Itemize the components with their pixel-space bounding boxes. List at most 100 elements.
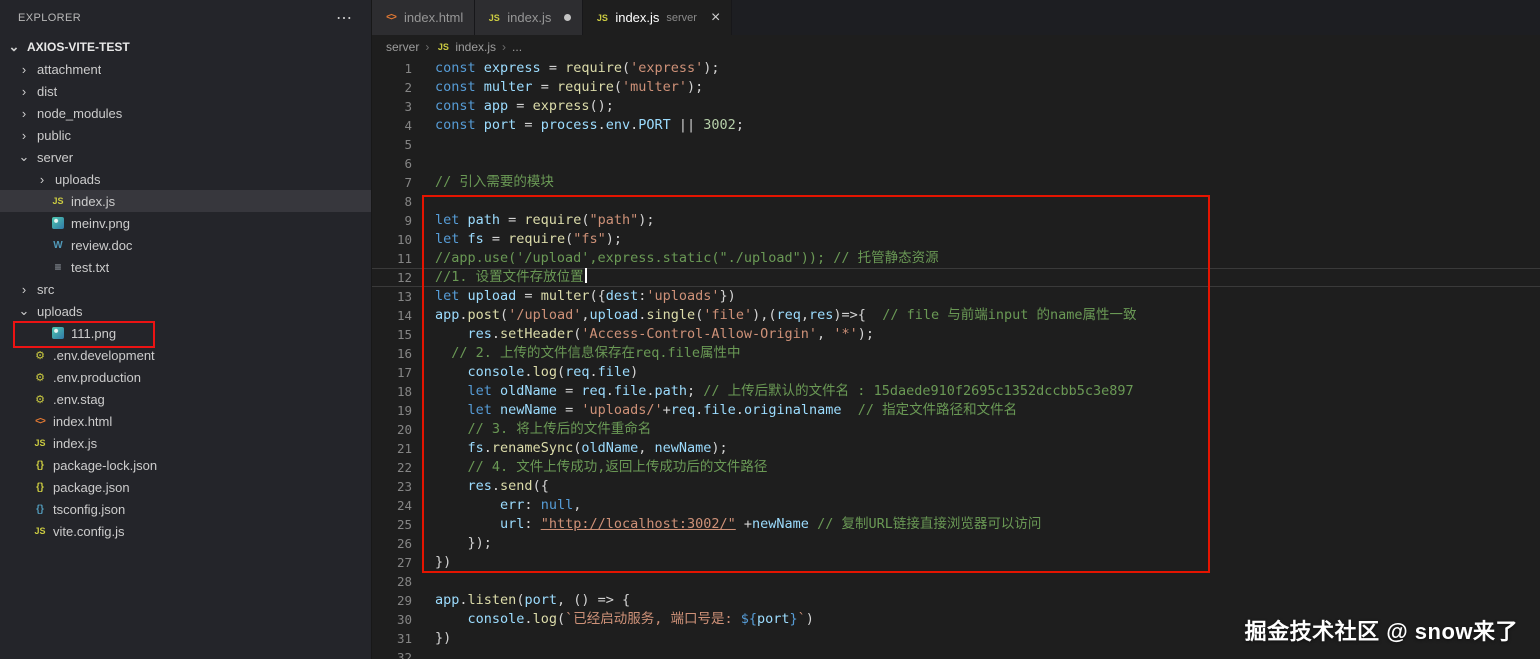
code-line-26[interactable]: 26 });: [372, 534, 1540, 553]
html-file-icon: <>: [35, 415, 46, 427]
breadcrumb-label: index.js: [455, 40, 497, 54]
code-line-15[interactable]: 15 res.setHeader('Access-Control-Allow-O…: [372, 325, 1540, 344]
code-line-content: // 3. 将上传后的文件重命名: [435, 421, 652, 437]
tree-root[interactable]: ⌄ AXIOS-VITE-TEST: [0, 36, 371, 58]
tree-item-test.txt[interactable]: ≡ test.txt: [0, 256, 371, 278]
code-line-content: // 2. 上传的文件信息保存在req.file属性中: [435, 345, 741, 361]
line-number: 4: [404, 118, 412, 133]
code-area: 1 const express = require('express'); 2 con…: [372, 59, 1540, 659]
code-line-17[interactable]: 17 console.log(req.file): [372, 363, 1540, 382]
tree-item-.env.stag[interactable]: ⚙ .env.stag: [0, 388, 371, 410]
breadcrumb-label: ...: [512, 40, 523, 54]
code-line-23[interactable]: 23 res.send({: [372, 477, 1540, 496]
code-line-content: }): [435, 630, 452, 646]
code-line-9[interactable]: 9 let path = require("path");: [372, 211, 1540, 230]
code-line-content: let fs = require("fs");: [435, 231, 622, 247]
editor-area: <> index.html JS index.js JS index.js server × …: [372, 0, 1540, 659]
code-line-12[interactable]: 12//1. 设置文件存放位置: [372, 268, 1540, 287]
code-line-21[interactable]: 21 fs.renameSync(oldName, newName);: [372, 439, 1540, 458]
code-line-28[interactable]: 28: [372, 572, 1540, 591]
tree-item-tsconfig.json[interactable]: {} tsconfig.json: [0, 498, 371, 520]
tree-item-server[interactable]: ⌄ server: [0, 146, 371, 168]
code-line-13[interactable]: 13 let upload = multer({dest:'uploads'}): [372, 287, 1540, 306]
image-file-icon: [52, 217, 64, 229]
tree-item-.env.development[interactable]: ⚙ .env.development: [0, 344, 371, 366]
code-line-4[interactable]: 4 const port = process.env.PORT || 3002;: [372, 116, 1540, 135]
image-file-icon: [52, 327, 64, 339]
breadcrumb: server › JS index.js ›...: [372, 35, 1540, 59]
code-line-content: }): [435, 554, 452, 570]
tab-folder-hint: server: [666, 11, 697, 24]
breadcrumb-item-...[interactable]: ...: [512, 40, 522, 54]
code-line-19[interactable]: 19 let newName = 'uploads/'+req.file.ori…: [372, 401, 1540, 420]
code-line-20[interactable]: 20 // 3. 将上传后的文件重命名: [372, 420, 1540, 439]
tree-item-111.png[interactable]: 111.png: [0, 321, 371, 348]
explorer-title: EXPLORER: [18, 12, 82, 24]
code-editor[interactable]: 1 const express = require('express'); 2 con…: [372, 59, 1540, 659]
code-line-8[interactable]: 8: [372, 192, 1540, 211]
tree-item-public[interactable]: › public: [0, 124, 371, 146]
code-line-22[interactable]: 22 // 4. 文件上传成功,返回上传成功后的文件路径: [372, 458, 1540, 477]
code-line-content: [412, 648, 435, 659]
chevron-right-icon: ›: [21, 281, 27, 297]
line-number: 18: [396, 384, 412, 399]
tab-index.js[interactable]: JS index.js server ×: [583, 0, 733, 35]
tree-item-uploads[interactable]: ⌄ uploads: [0, 300, 371, 322]
line-number: 9: [404, 213, 412, 228]
code-line-16[interactable]: 16 // 2. 上传的文件信息保存在req.file属性中: [372, 344, 1540, 363]
tree-item-label: public: [37, 127, 71, 143]
js-file-icon: JS: [437, 42, 449, 52]
code-line-14[interactable]: 14 app.post('/upload',upload.single('file…: [372, 306, 1540, 325]
tab-index.js[interactable]: JS index.js: [475, 0, 584, 35]
code-line-27[interactable]: 27}): [372, 553, 1540, 572]
js-file-icon: JS: [52, 196, 64, 206]
code-line-24[interactable]: 24 err: null,: [372, 496, 1540, 515]
chevron-right-icon: ›: [39, 171, 45, 187]
close-icon[interactable]: ×: [711, 9, 720, 26]
code-line-2[interactable]: 2 const multer = require('multer');: [372, 78, 1540, 97]
tree-item-package.json[interactable]: {} package.json: [0, 476, 371, 498]
line-number: 8: [404, 194, 412, 209]
tree-item-src[interactable]: › src: [0, 278, 371, 300]
code-line-25[interactable]: 25 url: "http://localhost:3002/" +newNam…: [372, 515, 1540, 534]
code-line-content: //app.use('/upload',express.static("./up…: [435, 250, 939, 266]
breadcrumb-item-index.js[interactable]: JS index.js: [435, 39, 496, 55]
code-line-7[interactable]: 7 // 引入需要的模块: [372, 173, 1540, 192]
code-line-content: const port = process.env.PORT || 3002;: [435, 117, 744, 133]
code-line-10[interactable]: 10 let fs = require("fs");: [372, 230, 1540, 249]
code-line-18[interactable]: 18 let oldName = req.file.path; // 上传后默认…: [372, 382, 1540, 401]
code-line-29[interactable]: 29 app.listen(port, () => {: [372, 591, 1540, 610]
tree-item-attachment[interactable]: › attachment: [0, 58, 371, 80]
js-file-icon: JS: [488, 12, 500, 23]
tree-item-index.js[interactable]: JS index.js: [0, 432, 371, 454]
tree-item-label: vite.config.js: [53, 523, 125, 539]
code-line-32[interactable]: 32: [372, 648, 1540, 659]
tree-item-index.js[interactable]: JS index.js: [0, 190, 371, 212]
code-line-content: // 引入需要的模块: [435, 174, 554, 190]
more-actions-icon[interactable]: ⋯: [336, 8, 353, 28]
tree-item-node_modules[interactable]: › node_modules: [0, 102, 371, 124]
code-line-3[interactable]: 3 const app = express();: [372, 97, 1540, 116]
chevron-right-icon: ›: [21, 83, 27, 99]
tree-item-vite.config.js[interactable]: JS vite.config.js: [0, 520, 371, 542]
tree-item-label: node_modules: [37, 105, 123, 121]
line-number: 5: [404, 137, 412, 152]
tree-item-review.doc[interactable]: Wreview.doc: [0, 234, 371, 256]
tab-index.html[interactable]: <> index.html: [372, 0, 476, 35]
chevron-right-icon: ›: [21, 61, 27, 77]
tree-item-index.html[interactable]: <> index.html: [0, 410, 371, 432]
tree-item-package-lock.json[interactable]: {} package-lock.json: [0, 454, 371, 476]
tree-item-label: .env.stag: [53, 391, 105, 407]
code-line-11[interactable]: 11 //app.use('/upload',express.static("./…: [372, 249, 1540, 268]
json-file-icon: {}: [36, 459, 44, 471]
code-line-6[interactable]: 6: [372, 154, 1540, 173]
tree-item-uploads[interactable]: › uploads: [0, 168, 371, 190]
tree-item-label: meinv.png: [71, 215, 131, 231]
breadcrumb-item-server[interactable]: server: [386, 40, 419, 54]
tree-item-dist[interactable]: › dist: [0, 80, 371, 102]
tree-item-meinv.png[interactable]: meinv.png: [0, 212, 371, 234]
tree-item-.env.production[interactable]: ⚙ .env.production: [0, 366, 371, 388]
code-line-5[interactable]: 5: [372, 135, 1540, 154]
code-line-1[interactable]: 1 const express = require('express');: [372, 59, 1540, 78]
chevron-right-icon: ›: [502, 40, 507, 54]
